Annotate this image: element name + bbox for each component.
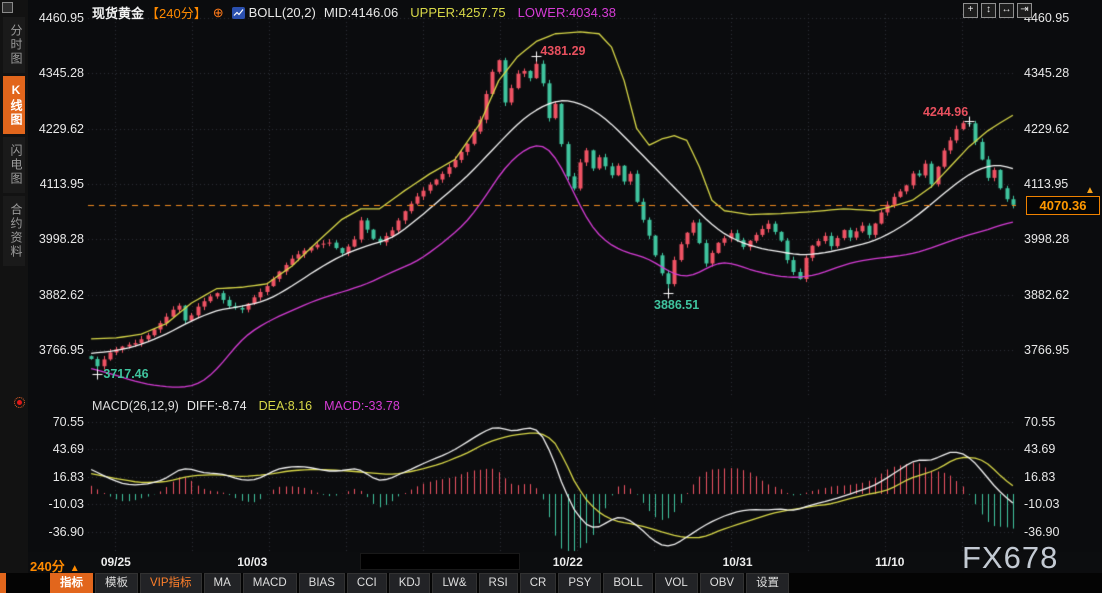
toolbar-tab-0[interactable]: 指标 [50,573,93,593]
toolbar-tab-10[interactable]: CR [520,573,557,593]
current-price-box: 4070.36 [1026,196,1100,215]
macd-header: MACD(26,12,9) DIFF:-8.74 DEA:8.16 MACD:-… [92,399,400,413]
symbol-name: 现货黄金 [92,3,144,22]
macd-diff-value: DIFF:-8.74 [187,399,247,413]
x-axis-scale-icon[interactable]: ↔ [999,3,1014,18]
toolbar-tab-5[interactable]: BIAS [299,573,345,593]
toolbar-left-accent [0,573,6,593]
chart-header: 现货黄金 【240分】 ⊕ BOLL(20,2) MID:4146.06 UPP… [92,3,616,22]
bottom-toolbar: 指标模板VIP指标MAMACDBIASCCIKDJLW&RSICRPSYBOLL… [0,573,1102,593]
boll-mid-value: MID:4146.06 [324,5,398,20]
boll-label: BOLL(20,2) [249,5,316,20]
toolbar-tab-4[interactable]: MACD [243,573,297,593]
toolbar-tab-13[interactable]: VOL [655,573,698,593]
macd-dea-value: DEA:8.16 [259,399,313,413]
toolbar-tab-14[interactable]: OBV [700,573,744,593]
boll-lower-value: LOWER:4034.38 [518,5,616,20]
toolbar-tab-9[interactable]: RSI [479,573,518,593]
toolbar-tab-3[interactable]: MA [204,573,241,593]
toolbar-tab-15[interactable]: 设置 [746,573,789,593]
scroll-right-icon[interactable]: ⇥ [1017,3,1032,18]
period-selector-label: 240分 [30,559,65,574]
indicator-icon[interactable] [232,7,245,19]
sidebar-item-3[interactable]: 合约资料 [3,196,25,266]
chart-canvas[interactable] [0,0,1102,593]
price-marker-arrow: ▲ [1085,185,1095,196]
corner-box-icon[interactable] [2,2,13,13]
toolbar-tab-11[interactable]: PSY [558,573,601,593]
sidebar-item-0[interactable]: 分时图 [3,17,25,73]
add-indicator-icon[interactable]: ⊕ [213,5,224,21]
sidebar-item-2[interactable]: 闪电图 [3,137,25,193]
toolbar-tab-8[interactable]: LW& [432,573,476,593]
y-axis-scale-icon[interactable]: ↕ [981,3,996,18]
chart-tool-icons: +↕↔⇥ [963,3,1032,18]
macd-macd-value: MACD:-33.78 [324,399,400,413]
sidebar-item-1[interactable]: K线图 [3,76,25,134]
pan-icon[interactable]: + [963,3,978,18]
toolbar-tab-12[interactable]: BOLL [603,573,652,593]
toolbar-tab-6[interactable]: CCI [347,573,387,593]
toolbar-tab-7[interactable]: KDJ [389,573,431,593]
sidebar: 分时图 K线图闪电图合约资料 [0,0,28,573]
boll-upper-value: UPPER:4257.75 [410,5,505,20]
trading-app-window: 4460.954460.954345.284345.284229.624229.… [0,0,1102,593]
scrollbar-thumb[interactable] [360,553,520,570]
toolbar-tab-2[interactable]: VIP指标 [140,573,202,593]
macd-label: MACD(26,12,9) [92,399,179,413]
live-indicator-icon [14,397,25,408]
time-axis-bar [28,552,1102,573]
period-label: 【240分】 [146,3,207,22]
toolbar-tab-1[interactable]: 模板 [95,573,138,593]
brand-watermark: FX678 [962,540,1058,576]
